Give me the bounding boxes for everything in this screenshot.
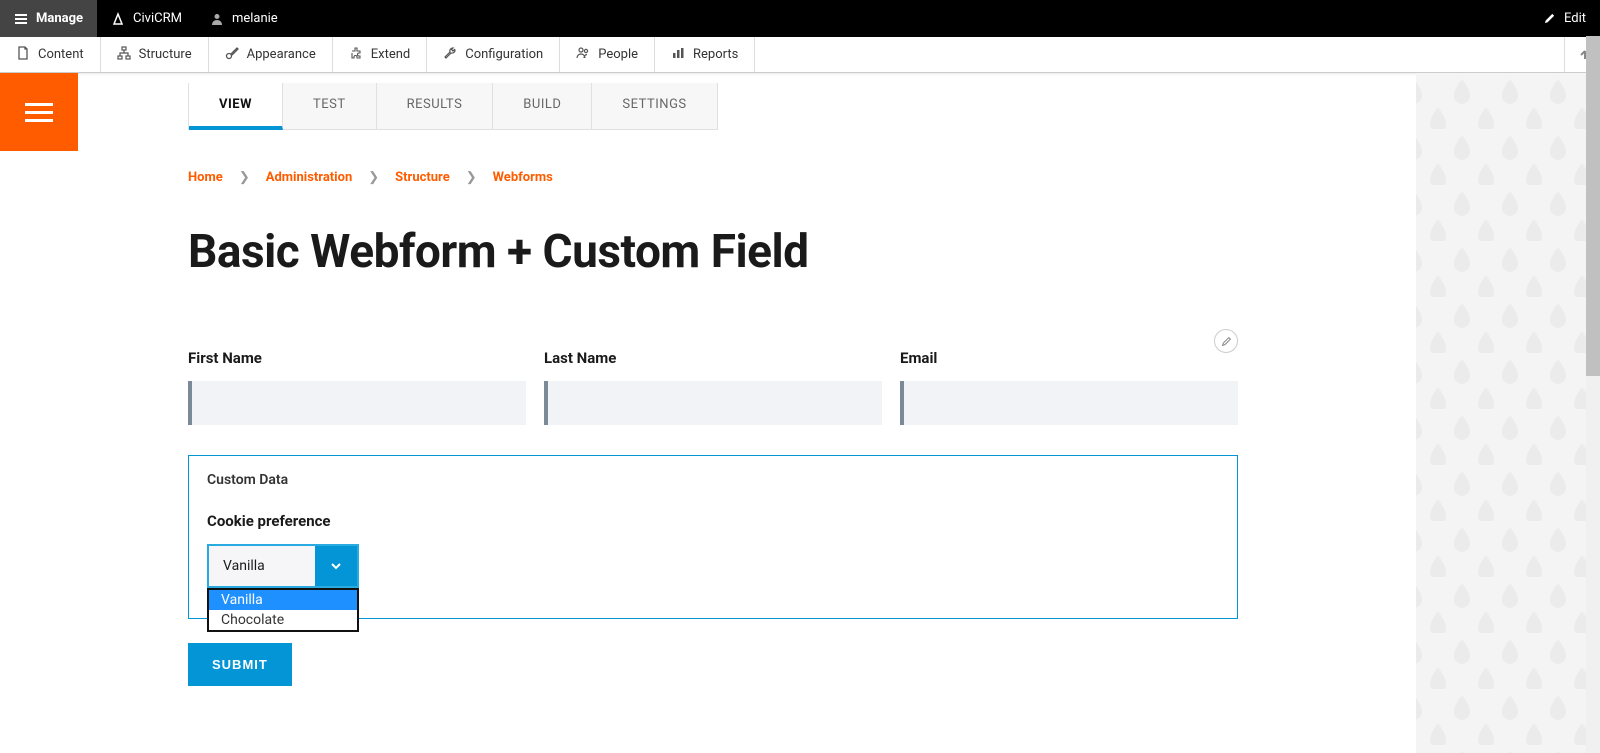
civicrm-label: CiviCRM	[133, 11, 182, 26]
breadcrumb-administration[interactable]: Administration	[266, 170, 353, 185]
hamburger-icon	[25, 103, 53, 122]
fieldset-legend: Custom Data	[207, 472, 1219, 488]
page-scrollbar[interactable]	[1586, 36, 1600, 753]
toolbar-appearance-label: Appearance	[247, 47, 316, 62]
manage-menu[interactable]: Manage	[0, 0, 97, 37]
email-field-wrapper: Email	[900, 349, 1238, 425]
cookie-option-chocolate[interactable]: Chocolate	[209, 610, 357, 630]
email-label: Email	[900, 349, 1238, 367]
admin-toolbar-black: Manage CiviCRM melanie Edit	[0, 0, 1600, 37]
reports-icon	[671, 46, 685, 64]
page-tabs: VIEW TEST RESULTS BUILD SETTINGS	[188, 83, 718, 130]
admin-toolbar-white: Content Structure Appearance Extend Conf…	[0, 37, 1600, 73]
cookie-option-vanilla[interactable]: Vanilla	[209, 590, 357, 610]
toolbar-configuration[interactable]: Configuration	[427, 37, 560, 72]
first-name-field-wrapper: First Name	[188, 349, 526, 425]
toolbar-structure[interactable]: Structure	[101, 37, 209, 72]
last-name-label: Last Name	[544, 349, 882, 367]
tab-build[interactable]: BUILD	[493, 83, 592, 129]
page-title: Basic Webform + Custom Field	[188, 225, 1400, 279]
toolbar-configuration-label: Configuration	[465, 47, 543, 62]
main-content: VIEW TEST RESULTS BUILD SETTINGS Home ❯ …	[188, 73, 1400, 686]
decorative-pattern	[1416, 73, 1586, 753]
breadcrumb: Home ❯ Administration ❯ Structure ❯ Webf…	[188, 170, 1400, 185]
tab-settings[interactable]: SETTINGS	[592, 83, 716, 129]
name-email-row: First Name Last Name Email	[188, 349, 1238, 425]
pencil-icon	[1543, 12, 1556, 25]
appearance-icon	[225, 46, 239, 64]
breadcrumb-webforms[interactable]: Webforms	[493, 170, 553, 185]
document-icon	[16, 46, 30, 64]
tab-view[interactable]: VIEW	[189, 83, 283, 130]
chevron-right-icon: ❯	[239, 170, 250, 185]
chevron-down-icon	[315, 546, 357, 586]
toolbar-people[interactable]: People	[560, 37, 655, 72]
people-icon	[576, 46, 590, 64]
manage-label: Manage	[36, 11, 83, 26]
last-name-field-wrapper: Last Name	[544, 349, 882, 425]
user-label: melanie	[232, 11, 278, 26]
user-icon	[210, 12, 224, 26]
toolbar-content[interactable]: Content	[0, 37, 101, 72]
edit-label: Edit	[1564, 11, 1586, 26]
breadcrumb-home[interactable]: Home	[188, 170, 223, 185]
civicrm-icon	[111, 12, 125, 26]
edit-menu[interactable]: Edit	[1529, 0, 1600, 37]
toolbar-appearance[interactable]: Appearance	[209, 37, 333, 72]
structure-icon	[117, 46, 131, 64]
toolbar-extend[interactable]: Extend	[333, 37, 428, 72]
user-menu[interactable]: melanie	[196, 0, 292, 37]
chevron-right-icon: ❯	[466, 170, 477, 185]
toolbar-reports-label: Reports	[693, 47, 738, 62]
first-name-label: First Name	[188, 349, 526, 367]
contextual-edit-button[interactable]	[1214, 329, 1238, 353]
breadcrumb-structure[interactable]: Structure	[395, 170, 450, 185]
scrollbar-thumb[interactable]	[1586, 36, 1600, 376]
toolbar-reports[interactable]: Reports	[655, 37, 755, 72]
cookie-preference-select[interactable]: Vanilla	[207, 544, 359, 588]
first-name-input[interactable]	[188, 381, 526, 425]
toolbar-content-label: Content	[38, 47, 84, 62]
cookie-preference-dropdown: Vanilla Chocolate	[207, 588, 359, 632]
cookie-preference-select-wrapper: Vanilla Vanilla Chocolate	[207, 544, 359, 588]
chevron-right-icon: ❯	[368, 170, 379, 185]
pencil-icon	[1221, 336, 1232, 347]
custom-data-fieldset: Custom Data Cookie preference Vanilla Va…	[188, 455, 1238, 619]
toolbar-structure-label: Structure	[139, 47, 192, 62]
email-input[interactable]	[900, 381, 1238, 425]
toolbar-people-label: People	[598, 47, 638, 62]
toolbar-extend-label: Extend	[371, 47, 411, 62]
last-name-input[interactable]	[544, 381, 882, 425]
submit-button[interactable]: SUBMIT	[188, 643, 292, 686]
civicrm-menu[interactable]: CiviCRM	[97, 0, 196, 37]
side-menu-toggle[interactable]	[0, 73, 78, 151]
cookie-preference-label: Cookie preference	[207, 512, 1219, 530]
tab-test[interactable]: TEST	[283, 83, 377, 129]
hamburger-icon	[14, 12, 28, 26]
extend-icon	[349, 46, 363, 64]
cookie-preference-selected: Vanilla	[209, 558, 315, 574]
wrench-icon	[443, 46, 457, 64]
tab-results[interactable]: RESULTS	[377, 83, 494, 129]
